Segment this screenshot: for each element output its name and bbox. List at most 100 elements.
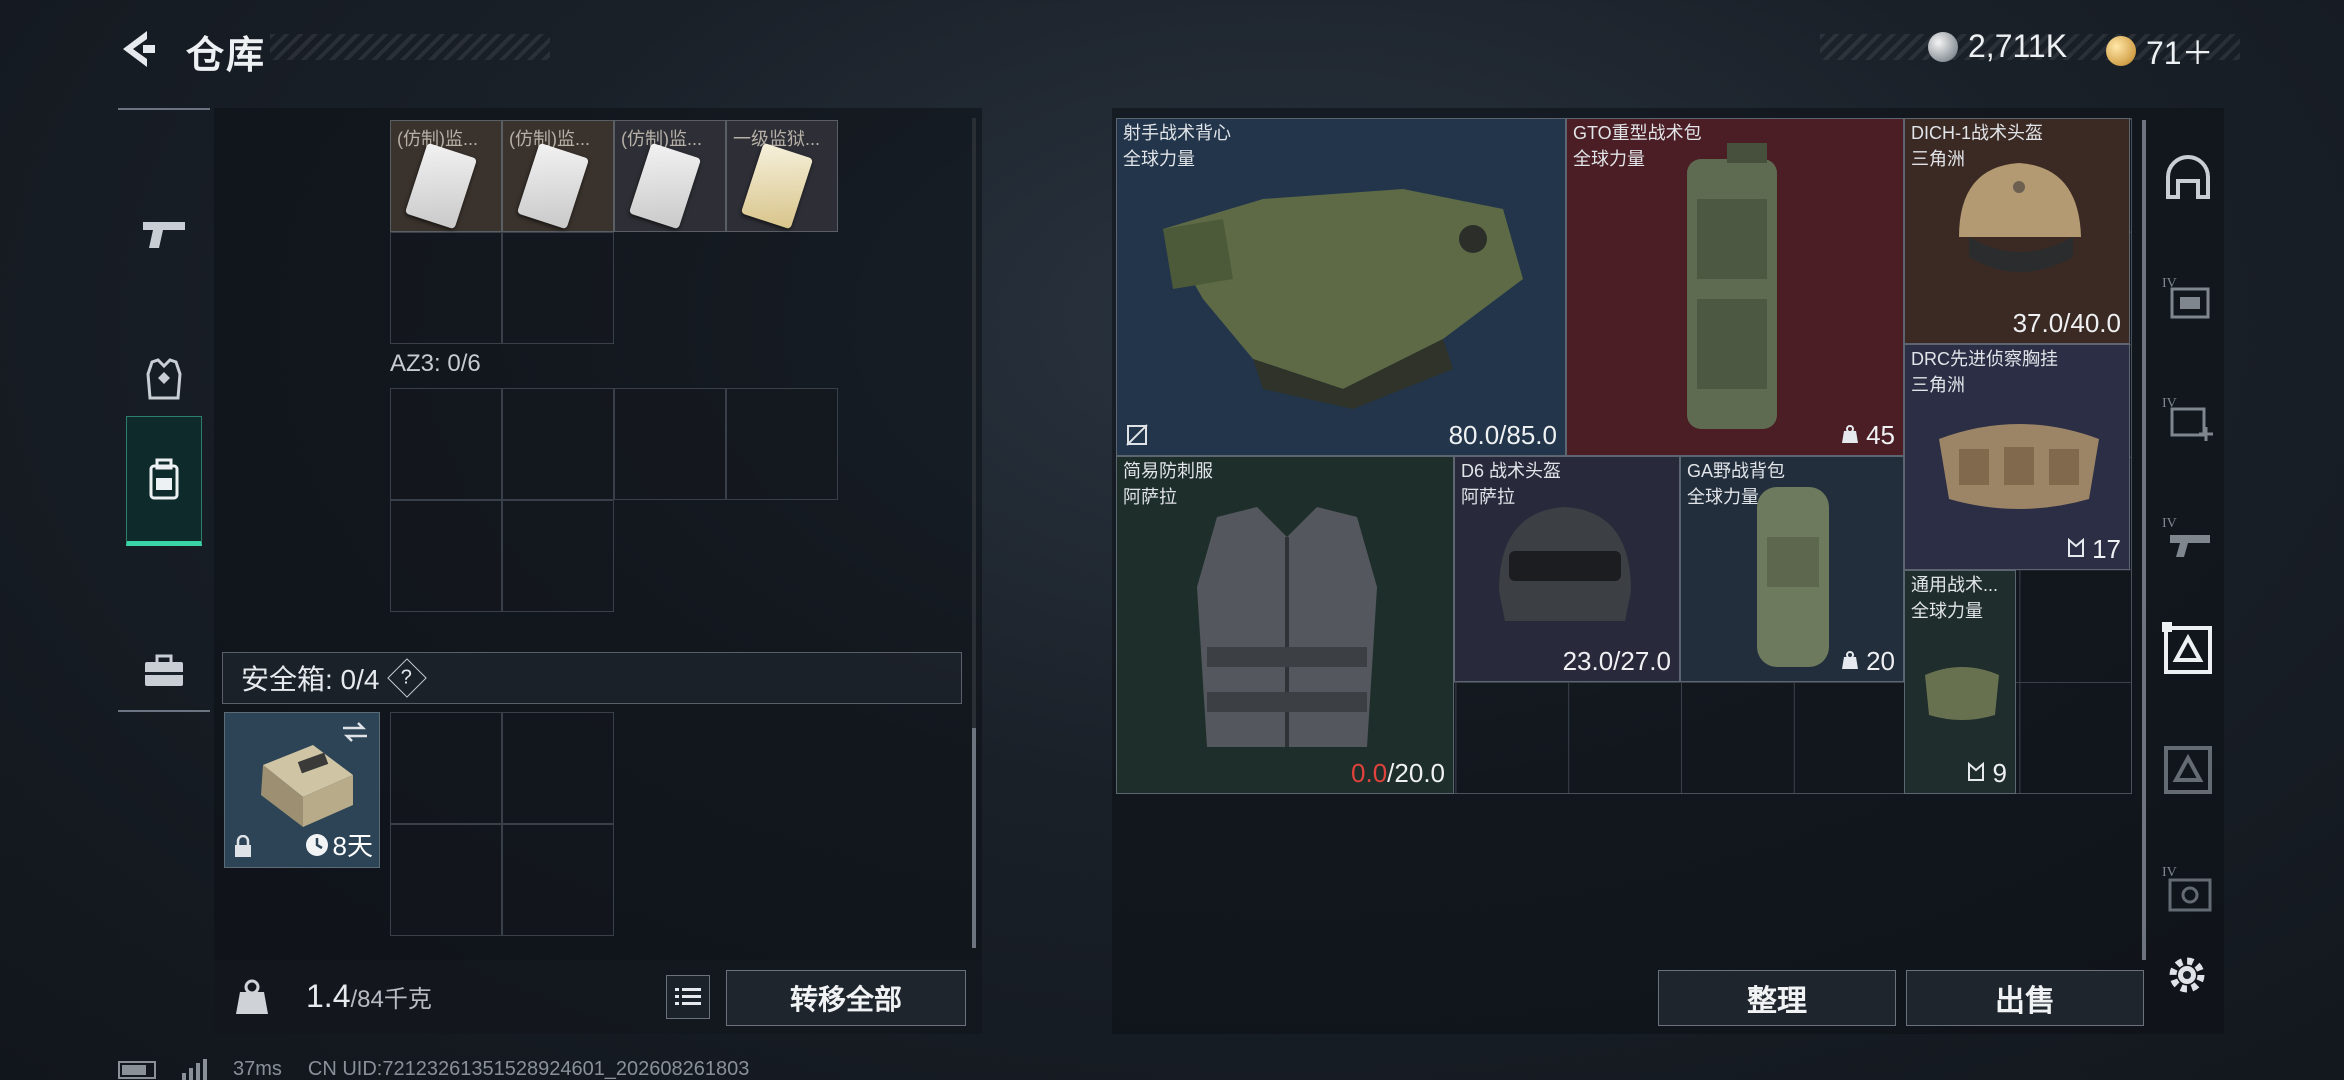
stash-tab-5[interactable]: IV — [2160, 388, 2216, 448]
stash-tab-8[interactable] — [2160, 740, 2216, 800]
settings-button[interactable] — [2160, 948, 2214, 1002]
stab-vest-image — [1197, 507, 1377, 747]
swap-icon[interactable] — [341, 721, 369, 743]
d6-helmet-image — [1499, 507, 1631, 621]
stash-item-stab-vest[interactable]: 简易防刺服 阿萨拉 0.0/20.0 — [1116, 456, 1454, 794]
nav-case[interactable] — [126, 606, 202, 736]
item-durability: 37.0/40.0 — [2012, 308, 2121, 338]
item-name: 通用战术... — [1911, 575, 1999, 595]
svg-text:IV: IV — [2162, 516, 2177, 531]
stash-item-dich-helmet[interactable]: DICH-1战术头盔 三角洲 37.0/40.0 — [1904, 118, 2130, 344]
battery-icon — [118, 1060, 156, 1079]
empty-slot[interactable] — [390, 500, 502, 612]
back-button[interactable] — [112, 24, 162, 74]
stash-scrollbar-thumb[interactable] — [2142, 120, 2146, 960]
safe-box-label: 安全箱: 0/4 — [241, 664, 380, 695]
backpack-scrollbar-thumb[interactable] — [972, 728, 976, 948]
stash-tab-8-icon — [2164, 746, 2212, 794]
item-durability-max: /20.0 — [1387, 758, 1445, 788]
empty-slot[interactable] — [390, 232, 502, 344]
item-capacity: 20 — [1866, 646, 1895, 676]
page-title: 仓库 — [186, 35, 267, 77]
item-name: 射手战术背心 — [1123, 123, 1231, 143]
weight-current: 1.4 — [306, 978, 351, 1014]
currency-gold-value: 71＋ — [2146, 35, 2214, 71]
stash-tab-active[interactable] — [2160, 620, 2216, 680]
item-faction: 全球力量 — [1123, 149, 1195, 169]
gto-backpack-image — [1687, 143, 1777, 429]
nav-weapon[interactable] — [126, 170, 202, 300]
stash-item-general-rig[interactable]: 通用战术... 全球力量 9 — [1904, 570, 2016, 794]
chest-rig-image — [1939, 424, 2099, 509]
safe-box-item[interactable]: 8天 — [224, 712, 380, 868]
stash-item-tactical-vest[interactable]: 射手战术背心 全球力量 80.0/85.0 — [1116, 118, 1566, 456]
list-icon — [675, 988, 701, 1005]
stash-item-d6-helmet[interactable]: D6 战术头盔 阿萨拉 23.0/27.0 — [1454, 456, 1680, 682]
keycard-icon — [628, 142, 702, 230]
stash-tab-5-icon: IV — [2162, 396, 2213, 441]
stash-tab-9[interactable]: IV — [2160, 860, 2216, 920]
stash-tab-4-icon: IV — [2162, 276, 2210, 319]
item-faction: 阿萨拉 — [1123, 487, 1177, 507]
stash-item-gto-backpack[interactable]: GTO重型战术包 全球力量 45 — [1566, 118, 1904, 456]
clock-icon — [305, 833, 328, 856]
stash-item-drc-chest-rig[interactable]: DRC先进侦察胸挂 三角洲 17 — [1904, 344, 2130, 570]
armor-vest-icon — [146, 358, 182, 400]
item-faction: 全球力量 — [1911, 601, 1983, 621]
help-icon[interactable]: ? — [387, 658, 428, 698]
item-capacity: 17 — [2092, 534, 2121, 564]
item-name: DRC先进侦察胸挂 — [1911, 349, 2058, 369]
sort-button[interactable]: 整理 — [1658, 970, 1896, 1026]
transfer-all-button[interactable]: 转移全部 — [726, 970, 966, 1026]
silver-coin-icon — [1928, 31, 1958, 62]
empty-slot[interactable] — [390, 388, 502, 500]
bag-capacity-icon — [1841, 651, 1858, 669]
item-capacity: 45 — [1866, 420, 1895, 450]
stash-tab-6[interactable]: IV — [2160, 508, 2216, 568]
item-capacity-label: 20 — [1841, 646, 1895, 677]
empty-slot[interactable] — [502, 824, 614, 936]
sell-button[interactable]: 出售 — [1906, 970, 2144, 1026]
empty-slot[interactable] — [390, 712, 502, 824]
gear-icon — [2169, 957, 2205, 993]
safe-box-icon — [261, 745, 353, 827]
list-view-button[interactable] — [666, 975, 710, 1019]
empty-slot[interactable] — [614, 388, 726, 500]
slot-item-1[interactable]: (仿制)监... — [390, 120, 502, 232]
general-rig-image — [1925, 667, 1999, 720]
nav-backpack[interactable] — [126, 416, 202, 546]
stash-item-ga-backpack[interactable]: GA野战背包 全球力量 20 — [1680, 456, 1904, 682]
item-durability: 23.0/27.0 — [1562, 646, 1671, 676]
status-footer: 37ms CN UID:7212326135152892460​1_202608… — [118, 1058, 749, 1080]
currency-gold[interactable]: 71＋ — [2106, 28, 2214, 74]
ga-backpack-image — [1757, 487, 1829, 667]
empty-slot[interactable] — [726, 388, 838, 500]
item-durability: 80.0/85.0 — [1448, 420, 1557, 450]
empty-slot[interactable] — [502, 388, 614, 500]
stash-tab-4[interactable]: IV — [2160, 268, 2216, 328]
item-durability-label: 0.0/20.0 — [1351, 758, 1445, 789]
slot-item-2[interactable]: (仿制)监... — [502, 120, 614, 232]
slot-item-3[interactable]: (仿制)监... — [614, 120, 726, 232]
empty-slot[interactable] — [390, 824, 502, 936]
item-name: DICH-1战术头盔 — [1911, 123, 2044, 143]
bag-capacity-icon — [1841, 425, 1858, 443]
backpack-icon — [149, 458, 179, 500]
empty-slot[interactable] — [502, 232, 614, 344]
item-capacity: 9 — [1992, 758, 2007, 788]
signal-icon — [182, 1058, 207, 1080]
empty-slot[interactable] — [502, 712, 614, 824]
tactical-vest-image — [1163, 189, 1523, 409]
keycard-icon — [404, 142, 478, 230]
empty-slot[interactable] — [502, 500, 614, 612]
dich-helmet-image — [1959, 163, 2081, 272]
currency-hafcoin[interactable]: 2,711K — [1928, 28, 2067, 65]
az3-label: AZ3: 0/6 — [390, 350, 481, 377]
weight-icon — [236, 979, 268, 1014]
stash-tab-active-icon — [2162, 622, 2212, 674]
slot-item-4[interactable]: 一级监狱... — [726, 120, 838, 232]
rig-capacity-icon — [1968, 761, 1985, 781]
keycard-icon — [740, 142, 814, 230]
stash-tab-helmet[interactable] — [2160, 148, 2216, 208]
no-insurance-icon — [1126, 424, 1148, 446]
